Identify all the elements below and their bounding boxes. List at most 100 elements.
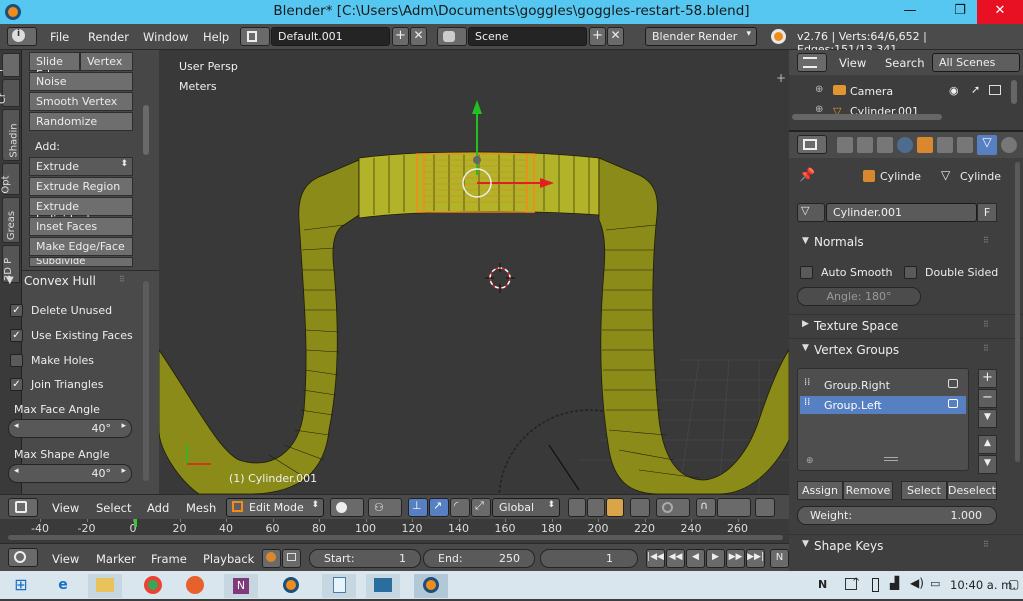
scene-field[interactable]: Scene [468,27,587,46]
jump-start-button[interactable]: |◀◀ [646,549,665,568]
noise-button[interactable]: Noise [29,72,133,91]
move-up-button[interactable]: ▲ [978,435,997,454]
outliner-editor-type-button[interactable] [797,53,827,72]
manipulator-toggle[interactable]: ⊥ [408,498,428,517]
jump-end-button[interactable]: ▶▶| [746,549,765,568]
snap-toggle-button[interactable]: ∩ [696,498,716,517]
play-button[interactable]: ▶ [706,549,725,568]
scene-selector[interactable] [437,27,467,46]
current-frame-field[interactable]: 1 [540,549,638,568]
extrude-individual-button[interactable]: Extrude Individual [29,197,133,226]
weight-field[interactable]: Weight: 1.000 [797,506,997,525]
make-edge-face-button[interactable]: Make Edge/Face [29,237,133,256]
smooth-vertex-button[interactable]: Smooth Vertex [29,92,133,111]
inset-faces-button[interactable]: Inset Faces [29,217,133,236]
vertex-group-specials-button[interactable]: ▼ [978,409,997,428]
double-sided-checkbox[interactable] [904,266,917,279]
tab-grease[interactable]: Greas [2,197,20,243]
timeline-scrollbar[interactable] [8,535,783,540]
wifi-icon[interactable]: ▟ [890,576,899,590]
opengl-render-button[interactable] [755,498,775,517]
remove-scene-button[interactable]: ✕ [607,27,624,46]
menu-select[interactable]: Select [96,501,131,515]
select-arrow-icon[interactable]: ➚ [971,83,980,96]
add-scene-button[interactable]: + [589,27,606,46]
play-reverse-button[interactable]: ◀ [686,549,705,568]
proportional-edit-button[interactable] [656,498,690,517]
visibility-eye-icon[interactable]: ◉ [949,84,959,97]
menu-help[interactable]: Help [203,30,229,44]
vertex-select-mode-button[interactable] [568,498,586,517]
vertex-group-row[interactable]: ⁞⁞ Group.Left [800,396,966,414]
timeline-menu-playback[interactable]: Playback [203,552,254,566]
limit-selection-button[interactable] [630,498,650,517]
rotate-manipulator-button[interactable]: ◜ [450,498,470,517]
onenote-icon[interactable]: N [224,574,258,598]
menu-add[interactable]: Add [147,501,169,515]
menu-mesh[interactable]: Mesh [186,501,216,515]
show-hidden-icons[interactable]: ^ [852,577,860,588]
notifications-icon[interactable]: ▭ [930,577,940,590]
remove-screen-button[interactable]: ✕ [410,27,427,46]
translate-manipulator-button[interactable]: ↗ [429,498,449,517]
deselect-button[interactable]: Deselect [947,481,997,500]
max-shape-angle-field[interactable]: ◂ 40° ▸ [8,464,132,483]
clock-time[interactable]: 10:40 a. m. [950,578,1016,592]
menu-window[interactable]: Window [143,30,188,44]
vertex-group-row[interactable]: ⁞⁞ Group.Right [800,376,966,394]
current-frame-marker[interactable] [134,519,137,527]
filter-plus-icon[interactable]: ⊕ [806,456,814,466]
maximize-button[interactable]: ❐ [943,0,977,24]
mode-dropdown[interactable]: Edit Mode ⬍ [226,498,324,517]
menu-file[interactable]: File [50,30,69,44]
screen-layout-selector[interactable] [240,27,270,46]
volume-icon[interactable]: ◀) [910,576,924,590]
select-button[interactable]: Select [901,481,947,500]
texture-space-panel-header[interactable]: ▶ Texture Space ⠿ [789,314,1023,336]
close-button[interactable]: ✕ [977,0,1023,24]
tab-object-icon[interactable] [917,137,933,153]
notification-center-icon[interactable]: ▢ [1008,577,1019,591]
delete-unused-checkbox[interactable]: ✓ [10,304,23,317]
firefox-icon[interactable] [178,574,212,598]
vertex-group-list[interactable]: ⁞⁞ Group.Right ⁞⁞ Group.Left ⊕ [797,368,969,471]
lock-icon[interactable] [948,399,958,408]
orientation-dropdown[interactable]: Global ⬍ [492,498,560,517]
language-indicator[interactable]: N [818,578,827,591]
vertex-groups-panel-header[interactable]: ▼ Vertex Groups ⠿ [789,338,1023,360]
mesh-browse-button[interactable]: ▽ [797,203,825,222]
tab-create[interactable]: Cr [0,79,20,107]
add-screen-button[interactable]: + [392,27,409,46]
3d-viewport[interactable]: + User Persp Meters (1) Cylinder.001 [159,50,789,494]
start-frame-field[interactable]: Start: 1 [309,549,421,568]
fake-user-button[interactable]: F [977,203,997,222]
tab-constraints-icon[interactable] [937,137,953,153]
properties-scrollbar[interactable] [1015,162,1020,462]
remove-vertex-group-button[interactable]: − [978,389,997,408]
internet-explorer-icon[interactable]: e [46,574,80,598]
menu-view[interactable]: View [52,501,79,515]
join-triangles-checkbox[interactable]: ✓ [10,378,23,391]
timeline-menu-marker[interactable]: Marker [96,552,136,566]
tab-options[interactable]: Opt [1,163,20,195]
tab-tools[interactable]: T [0,53,20,77]
edge-select-mode-button[interactable] [587,498,605,517]
outliner-vscrollbar[interactable] [1011,80,1017,104]
menu-render[interactable]: Render [88,30,129,44]
tab-render-layers-icon[interactable] [857,137,873,153]
tab-scene-icon[interactable] [877,137,893,153]
angle-field[interactable]: Angle: 180° [797,287,921,306]
jump-keyframe-forward-button[interactable]: ▶▶ [726,549,745,568]
properties-editor-type-button[interactable] [797,135,827,154]
normals-panel-header[interactable]: ▼ Normals ⠿ [789,232,1023,254]
pin-icon[interactable]: 📌 [799,168,815,183]
tab-world-icon[interactable] [897,137,913,153]
shape-keys-panel-header[interactable]: ▼ Shape Keys ⠿ [789,534,1023,556]
outliner-menu-view[interactable]: View [839,56,866,70]
blender-active-taskbar-icon[interactable] [414,574,448,598]
file-explorer-icon[interactable] [88,574,122,598]
tab-shading[interactable]: Shadin [2,109,20,161]
remove-button[interactable]: Remove [843,481,893,500]
blender-taskbar-icon[interactable] [274,574,308,598]
operator-scrollbar[interactable] [143,281,149,481]
